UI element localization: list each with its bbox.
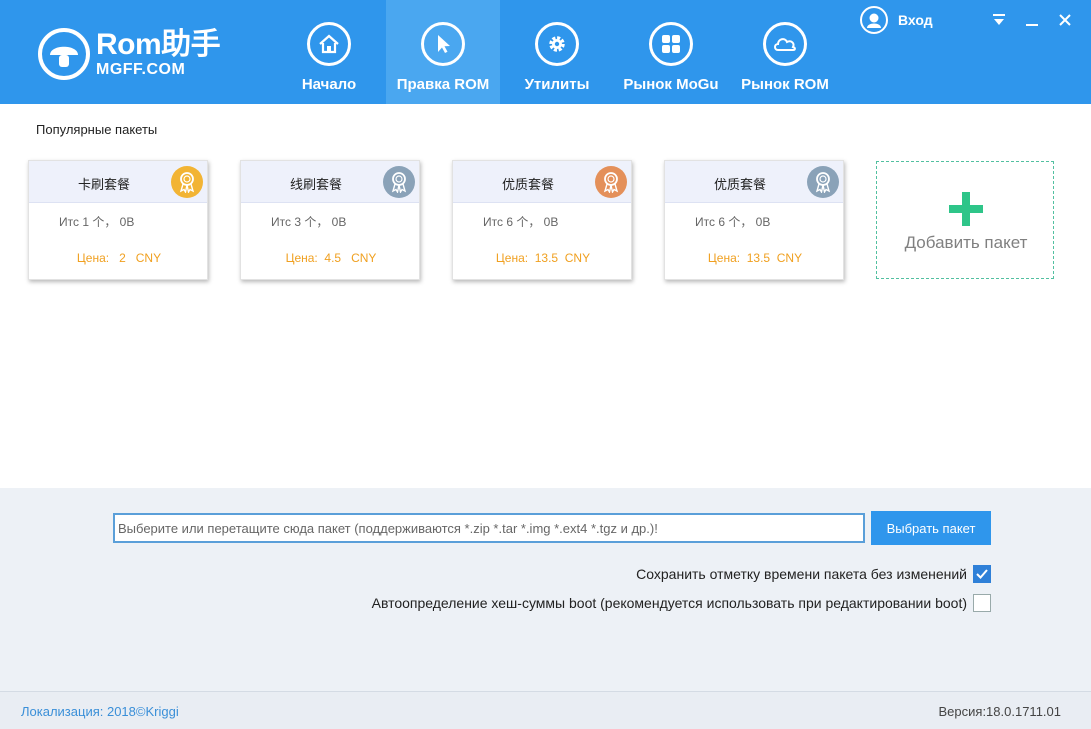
- checkmark-icon: [976, 569, 988, 579]
- user-icon: [860, 6, 888, 34]
- add-package-button[interactable]: Добавить пакет: [876, 161, 1054, 279]
- login-button[interactable]: Вход: [860, 6, 933, 34]
- package-name: 优质套餐: [501, 177, 554, 192]
- package-name: 卡刷套餐: [77, 177, 130, 192]
- package-name: 优质套餐: [713, 177, 766, 192]
- version-label: Версия:18.0.1711.01: [938, 704, 1061, 719]
- nav-tab-utilities[interactable]: Утилиты: [500, 0, 614, 104]
- package-name: 线刷套餐: [289, 177, 342, 192]
- package-price: Цена: 13.5 CNY: [495, 251, 591, 265]
- boot-hash-option: Автоопределение хеш-суммы boot (рекоменд…: [372, 594, 991, 612]
- dropdown-menu-button[interactable]: [989, 10, 1009, 30]
- medal-icon: [383, 166, 415, 198]
- keep-timestamp-checkbox[interactable]: [973, 565, 991, 583]
- package-file-count: Итс 1 个， 0B: [59, 215, 135, 229]
- package-path-input[interactable]: [113, 513, 865, 543]
- boot-hash-checkbox[interactable]: [973, 594, 991, 612]
- nav-tab-label: Рынок ROM: [741, 76, 829, 93]
- package-file-count: Итс 6 个， 0B: [695, 215, 771, 229]
- nav-tab-mogu-market[interactable]: Рынок MoGu: [614, 0, 728, 104]
- package-card[interactable]: 优质套餐 Итс 6 个， 0B Цена: 13.5 CNY: [452, 160, 632, 280]
- logo: Rom助手 MGFF.COM: [38, 28, 221, 80]
- status-bar: Локализация: 2018©Kriggi Версия:18.0.171…: [0, 691, 1091, 729]
- medal-icon: [807, 166, 839, 198]
- medal-icon: [595, 166, 627, 198]
- nav-tab-label: Начало: [301, 76, 357, 93]
- keep-timestamp-option: Сохранить отметку времени пакета без изм…: [636, 565, 991, 583]
- header-bar: Rom助手 MGFF.COM Начало Правка ROM Утилиты: [0, 0, 1091, 104]
- package-card[interactable]: 卡刷套餐 Итс 1 个， 0B Цена: 2 CNY: [28, 160, 208, 280]
- nav-tab-label: Рынок MoGu: [623, 76, 719, 93]
- medal-icon: [171, 166, 203, 198]
- section-title: Популярные пакеты: [36, 122, 158, 137]
- minimize-icon: [1026, 24, 1038, 26]
- close-icon: [1059, 14, 1071, 26]
- grid-icon: [649, 22, 693, 66]
- package-price: Цена: 4.5 CNY: [285, 251, 377, 265]
- mushroom-logo-icon: [38, 28, 90, 80]
- boot-hash-label: Автоопределение хеш-суммы boot (рекоменд…: [371, 595, 967, 611]
- nav-tab-home[interactable]: Начало: [272, 0, 386, 104]
- login-label: Вход: [898, 12, 933, 28]
- keep-timestamp-label: Сохранить отметку времени пакета без изм…: [636, 566, 967, 582]
- localization-credit: Локализация: 2018©Kriggi: [21, 704, 179, 719]
- package-price: Цена: 13.5 CNY: [707, 251, 803, 265]
- add-package-label: Добавить пакет: [904, 233, 1028, 252]
- logo-title: Rom助手: [96, 28, 221, 61]
- logo-subtitle: MGFF.COM: [96, 61, 186, 78]
- package-card[interactable]: 优质套餐 Итс 6 个， 0B Цена: 13.5 CNY: [664, 160, 844, 280]
- minimize-button[interactable]: [1022, 10, 1042, 30]
- menu-down-icon: [993, 14, 1005, 25]
- plus-icon: [949, 192, 983, 226]
- nav-tab-label: Правка ROM: [396, 76, 490, 93]
- gear-icon: [535, 22, 579, 66]
- package-file-count: Итс 6 个， 0B: [483, 215, 559, 229]
- nav-tab-rom-edit[interactable]: Правка ROM: [386, 0, 500, 104]
- package-price: Цена: 2 CNY: [76, 251, 162, 265]
- choose-package-button[interactable]: Выбрать пакет: [871, 511, 991, 545]
- main-nav: Начало Правка ROM Утилиты Рынок MoGu Рын…: [272, 0, 842, 104]
- package-file-count: Итс 3 个， 0B: [271, 215, 347, 229]
- close-button[interactable]: [1055, 10, 1075, 30]
- home-icon: [307, 22, 351, 66]
- cloud-icon: [763, 22, 807, 66]
- nav-tab-label: Утилиты: [524, 76, 590, 93]
- package-card[interactable]: 线刷套餐 Итс 3 个， 0B Цена: 4.5 CNY: [240, 160, 420, 280]
- nav-tab-rom-market[interactable]: Рынок ROM: [728, 0, 842, 104]
- cursor-icon: [421, 22, 465, 66]
